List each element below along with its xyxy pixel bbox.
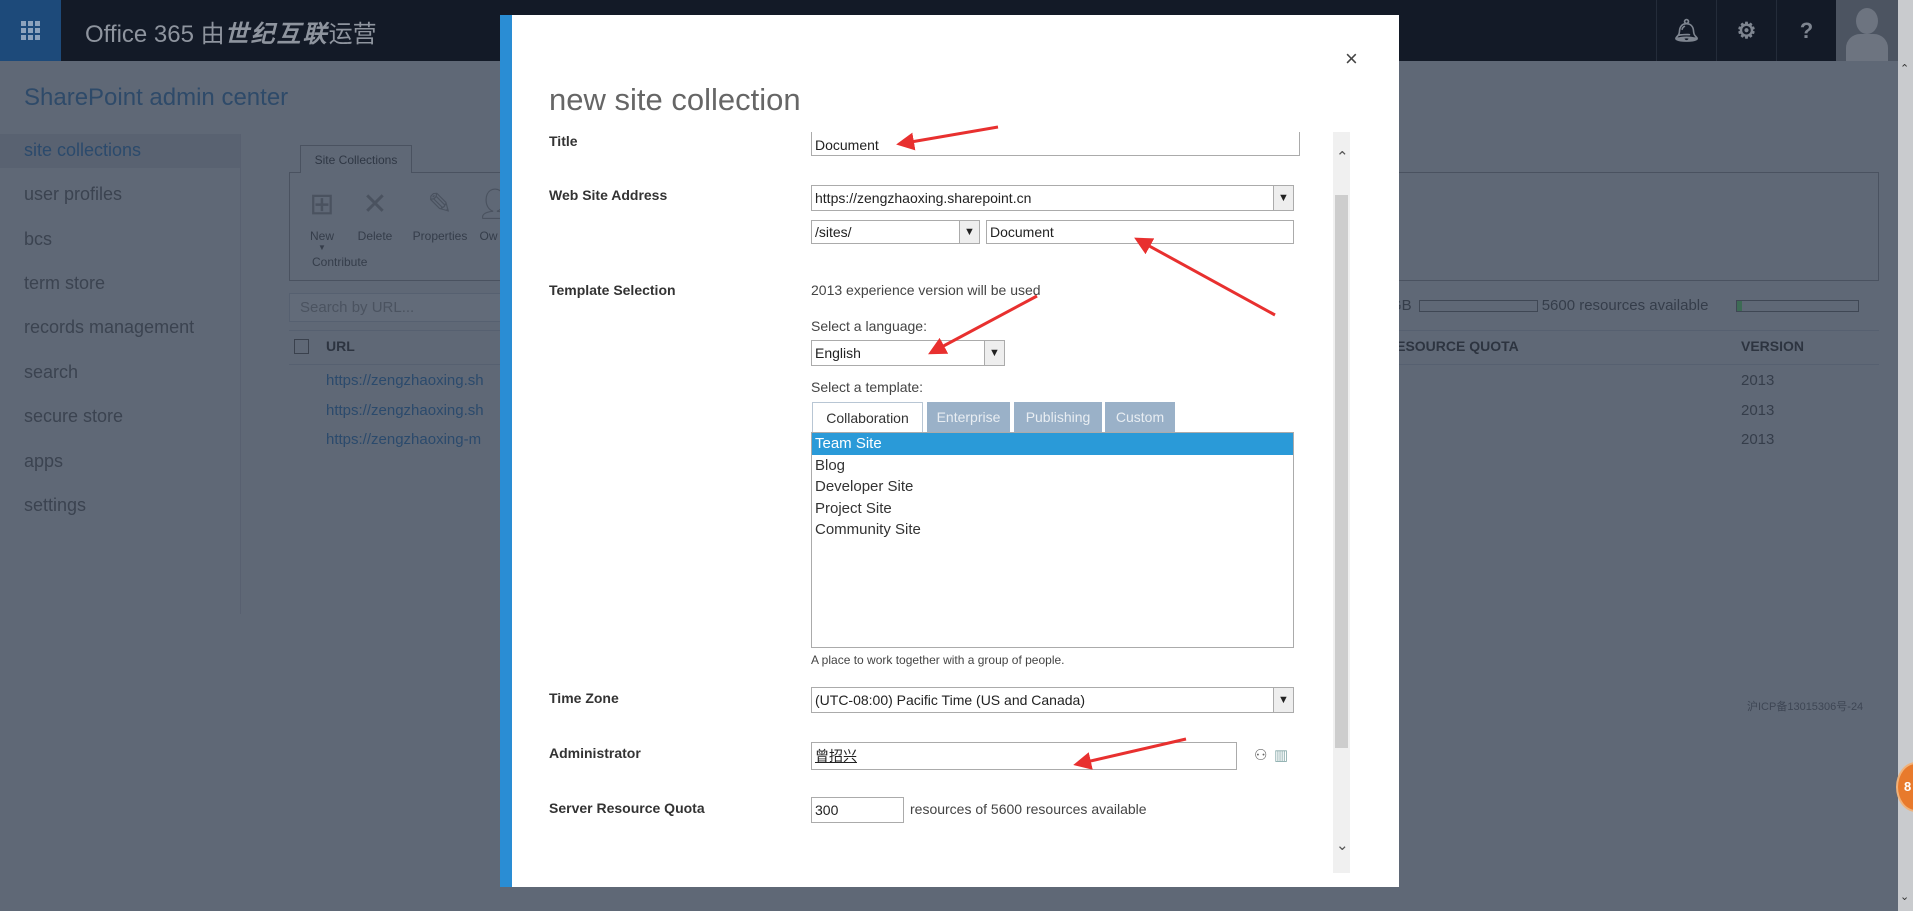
title-input[interactable]: Document — [811, 132, 1300, 156]
owners-label: Ow — [479, 229, 498, 243]
brand-logo-text: 世纪互联 — [224, 21, 329, 48]
delete-button[interactable]: ✕ Delete — [350, 187, 400, 243]
ribbon-tab-site-collections[interactable]: Site Collections — [300, 145, 412, 173]
template-listbox[interactable]: Team Site Blog Developer Site Project Si… — [811, 432, 1294, 648]
url-name-input[interactable]: Document — [986, 220, 1294, 244]
chevron-down-icon: ▼ — [984, 341, 1004, 365]
table-row-url[interactable]: https://zengzhaoxing.sh — [326, 402, 484, 419]
delete-label: Delete — [357, 229, 393, 243]
list-item[interactable]: Blog — [812, 455, 1293, 477]
sidebar-item-records-management[interactable]: records management — [24, 317, 194, 338]
administrator-value: 曾招兴 — [815, 748, 857, 764]
sidebar-item-site-collections[interactable]: site collections — [24, 140, 141, 161]
template-label: Select a template: — [811, 379, 924, 395]
path-select[interactable]: /sites/ ▼ — [811, 220, 980, 244]
sidebar-divider — [240, 134, 241, 614]
time-zone-label: Time Zone — [549, 690, 619, 706]
path-value: /sites/ — [815, 224, 852, 240]
language-label: Select a language: — [811, 318, 927, 334]
properties-label: Properties — [412, 229, 468, 243]
scroll-up-icon[interactable]: ⌃ — [1336, 148, 1349, 166]
domain-value: https://zengzhaoxing.sharepoint.cn — [815, 190, 1032, 206]
icp-footer[interactable]: 沪ICP备13015306号-24 — [1747, 698, 1863, 714]
list-item[interactable]: Team Site — [812, 433, 1293, 455]
column-url[interactable]: URL — [326, 338, 355, 354]
dialog-scroll-thumb[interactable] — [1335, 195, 1348, 748]
scroll-down-icon[interactable]: ⌄ — [1336, 836, 1349, 854]
server-resource-quota-label: Server Resource Quota — [549, 800, 705, 816]
new-label: New — [309, 229, 334, 243]
browse-address-book-icon[interactable]: ▥ — [1274, 746, 1288, 764]
search-input[interactable]: Search by URL... — [289, 293, 504, 322]
sidebar-item-apps[interactable]: apps — [24, 451, 63, 472]
sidebar-item-bcs[interactable]: bcs — [24, 229, 52, 250]
tab-collaboration[interactable]: Collaboration — [812, 402, 923, 433]
sidebar-item-settings[interactable]: settings — [24, 495, 86, 516]
owners-icon: 👤︎ — [476, 188, 501, 221]
column-version[interactable]: VERSION — [1741, 338, 1804, 354]
brand-suffix: 运营 — [328, 21, 377, 48]
administrator-input[interactable]: 曾招兴 — [811, 742, 1237, 770]
owners-button[interactable]: 👤︎ Ow — [476, 187, 501, 243]
sidebar-item-user-profiles[interactable]: user profiles — [24, 184, 122, 205]
quota-input[interactable]: 300 — [811, 797, 904, 823]
resources-available: 5600 resources available — [1541, 297, 1709, 314]
select-all-checkbox[interactable] — [294, 339, 309, 354]
table-row-url[interactable]: https://zengzhaoxing-m — [326, 431, 481, 448]
gear-icon[interactable]: ⚙ — [1716, 0, 1776, 61]
sidebar-item-search[interactable]: search — [24, 362, 78, 383]
dialog-form: Title Document Web Site Address https://… — [512, 132, 1333, 873]
bell-icon[interactable]: 🔔︎ — [1656, 0, 1716, 61]
quota-note: resources of 5600 resources available — [910, 801, 1147, 817]
sidebar-item-secure-store[interactable]: secure store — [24, 406, 123, 427]
properties-icon: ✎ — [427, 188, 453, 221]
administrator-label: Administrator — [549, 745, 641, 761]
table-row-version: 2013 — [1741, 372, 1775, 389]
new-site-icon: ⊞ — [309, 188, 335, 221]
table-row-version: 2013 — [1741, 431, 1775, 448]
experience-note: 2013 experience version will be used — [811, 282, 1041, 298]
brand-title: Office 365 由世纪互联运营 — [85, 14, 377, 49]
domain-select[interactable]: https://zengzhaoxing.sharepoint.cn ▼ — [811, 185, 1294, 211]
check-names-icon[interactable]: ⚇ — [1254, 746, 1267, 764]
close-icon[interactable]: × — [1345, 46, 1358, 72]
avatar[interactable] — [1836, 0, 1898, 61]
column-resource-quota[interactable]: RESOURCE QUOTA — [1386, 338, 1519, 354]
dialog-title: new site collection — [549, 82, 801, 117]
tab-publishing[interactable]: Publishing — [1014, 402, 1102, 432]
language-value: English — [815, 345, 861, 361]
tab-enterprise[interactable]: Enterprise — [927, 402, 1010, 432]
list-item[interactable]: Project Site — [812, 498, 1293, 520]
template-selection-label: Template Selection — [549, 282, 676, 298]
properties-button[interactable]: ✎ Properties — [410, 187, 470, 243]
page-title: SharePoint admin center — [24, 84, 289, 111]
time-zone-select[interactable]: (UTC-08:00) Pacific Time (US and Canada)… — [811, 687, 1294, 713]
title-label: Title — [549, 133, 578, 149]
storage-bar — [1419, 300, 1538, 312]
time-zone-value: (UTC-08:00) Pacific Time (US and Canada) — [815, 692, 1085, 708]
language-select[interactable]: English ▼ — [811, 340, 1005, 366]
app-launcher-waffle-icon[interactable] — [0, 0, 61, 61]
table-row-url[interactable]: https://zengzhaoxing.sh — [326, 372, 484, 389]
web-site-address-label: Web Site Address — [549, 187, 668, 203]
brand-prefix: Office 365 由 — [85, 21, 225, 48]
chevron-down-icon: ▼ — [959, 221, 979, 243]
sidebar-item-term-store[interactable]: term store — [24, 273, 105, 294]
chevron-down-icon: ▼ — [1273, 688, 1293, 712]
list-item[interactable]: Community Site — [812, 519, 1293, 541]
list-item[interactable]: Developer Site — [812, 476, 1293, 498]
chevron-down-icon: ▼ — [1273, 186, 1293, 210]
ribbon-group-label: Contribute — [312, 255, 368, 269]
new-button[interactable]: ⊞ New ▼ — [300, 187, 344, 252]
resources-bar — [1736, 300, 1859, 312]
template-description: A place to work together with a group of… — [811, 653, 1065, 667]
table-row-version: 2013 — [1741, 402, 1775, 419]
delete-icon: ✕ — [362, 188, 388, 221]
tab-custom[interactable]: Custom — [1105, 402, 1175, 432]
help-icon[interactable]: ? — [1776, 0, 1836, 61]
